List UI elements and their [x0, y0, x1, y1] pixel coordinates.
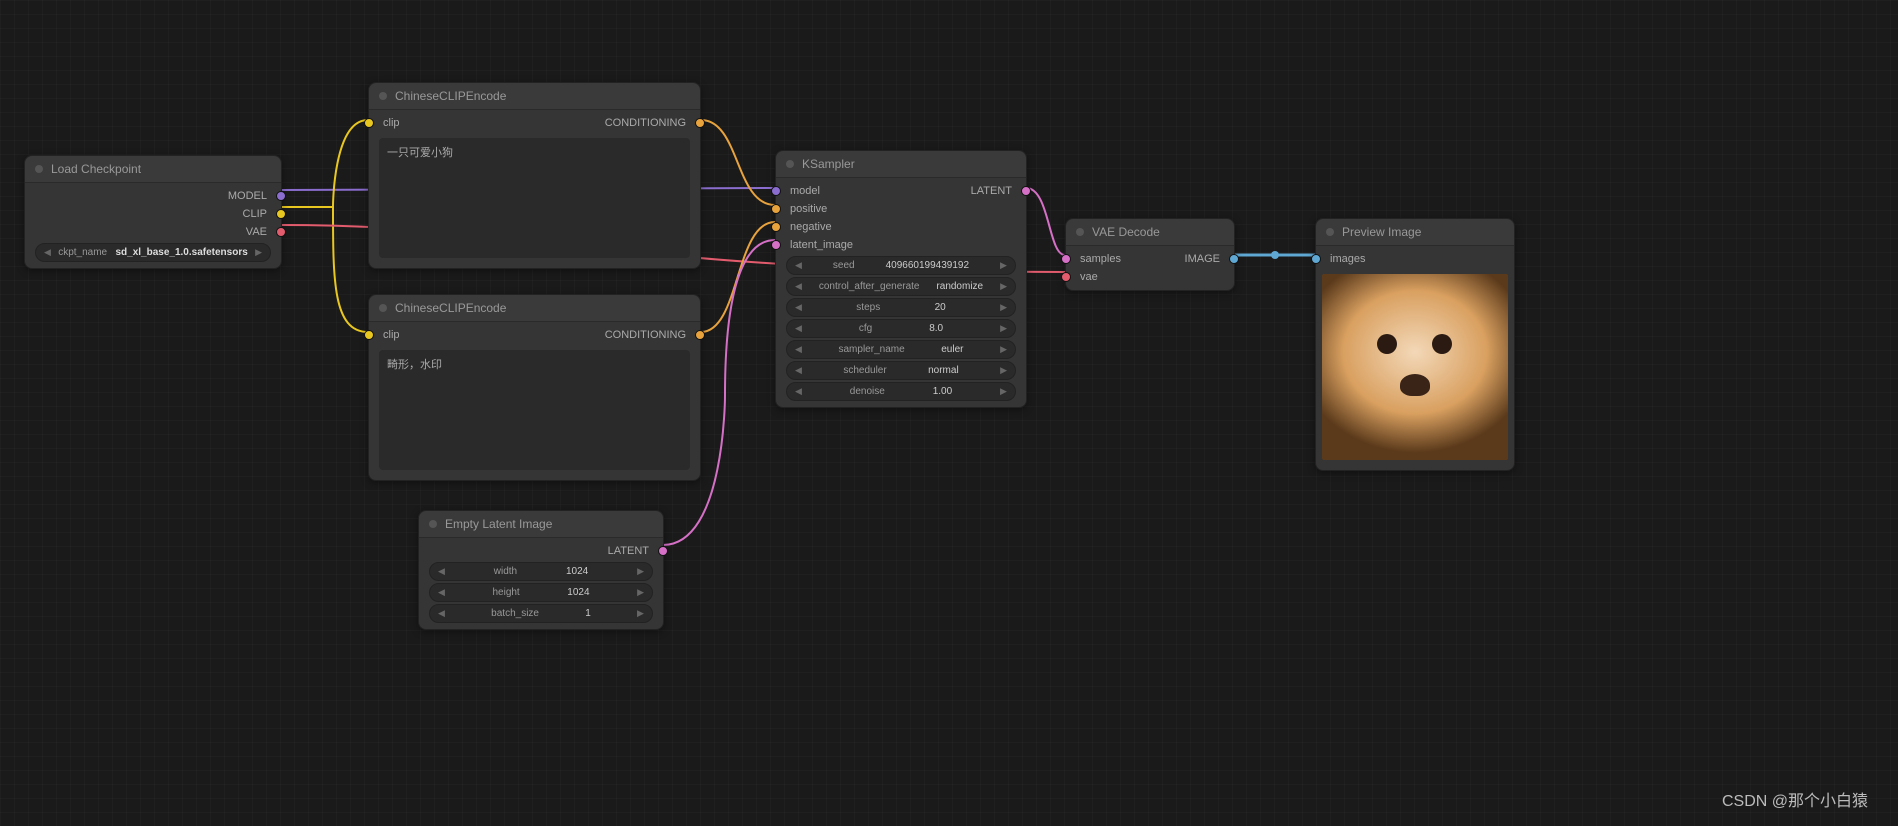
node-clip-encode-positive[interactable]: ChineseCLIPEncode clipCONDITIONING 一只可爱小… — [368, 82, 701, 269]
node-title[interactable]: Empty Latent Image — [419, 511, 663, 538]
node-ksampler[interactable]: KSampler modelLATENT positive negative l… — [775, 150, 1027, 408]
batch-size-widget[interactable]: ◀batch_size1▶ — [429, 604, 653, 623]
preview-image-output — [1322, 274, 1508, 460]
steps-widget[interactable]: ◀steps20▶ — [786, 298, 1016, 317]
input-latent-image[interactable]: latent_image — [776, 236, 1026, 254]
input-vae[interactable]: vae — [1066, 268, 1234, 286]
node-title[interactable]: VAE Decode — [1066, 219, 1234, 246]
seed-widget[interactable]: ◀seed409660199439192▶ — [786, 256, 1016, 275]
input-clip[interactable]: clipCONDITIONING — [369, 114, 700, 132]
input-clip[interactable]: clipCONDITIONING — [369, 326, 700, 344]
input-images[interactable]: images — [1316, 250, 1514, 268]
output-clip[interactable]: CLIP — [25, 205, 281, 223]
watermark-text: CSDN @那个小白猿 — [1722, 787, 1868, 811]
input-positive[interactable]: positive — [776, 200, 1026, 218]
prompt-textarea[interactable]: 一只可爱小狗 — [379, 138, 690, 258]
input-model[interactable]: modelLATENT — [776, 182, 1026, 200]
control-after-generate-widget[interactable]: ◀control_after_generaterandomize▶ — [786, 277, 1016, 296]
ckpt-name-widget[interactable]: ◀ckpt_name sd_xl_base_1.0.safetensors▶ — [35, 243, 271, 262]
node-vae-decode[interactable]: VAE Decode samplesIMAGE vae — [1065, 218, 1235, 291]
connection-wires — [0, 0, 1898, 826]
denoise-widget[interactable]: ◀denoise1.00▶ — [786, 382, 1016, 401]
output-model[interactable]: MODEL — [25, 187, 281, 205]
node-title[interactable]: Load Checkpoint — [25, 156, 281, 183]
prompt-textarea[interactable]: 畸形，水印 — [379, 350, 690, 470]
height-widget[interactable]: ◀height1024▶ — [429, 583, 653, 602]
input-negative[interactable]: negative — [776, 218, 1026, 236]
node-title[interactable]: ChineseCLIPEncode — [369, 295, 700, 322]
sampler-name-widget[interactable]: ◀sampler_nameeuler▶ — [786, 340, 1016, 359]
node-title[interactable]: Preview Image — [1316, 219, 1514, 246]
scheduler-widget[interactable]: ◀schedulernormal▶ — [786, 361, 1016, 380]
node-clip-encode-negative[interactable]: ChineseCLIPEncode clipCONDITIONING 畸形，水印 — [368, 294, 701, 481]
width-widget[interactable]: ◀width1024▶ — [429, 562, 653, 581]
node-title[interactable]: ChineseCLIPEncode — [369, 83, 700, 110]
output-vae[interactable]: VAE — [25, 223, 281, 241]
node-empty-latent-image[interactable]: Empty Latent Image LATENT ◀width1024▶ ◀h… — [418, 510, 664, 630]
input-samples[interactable]: samplesIMAGE — [1066, 250, 1234, 268]
output-latent[interactable]: LATENT — [419, 542, 663, 560]
node-preview-image[interactable]: Preview Image images — [1315, 218, 1515, 471]
cfg-widget[interactable]: ◀cfg8.0▶ — [786, 319, 1016, 338]
node-load-checkpoint[interactable]: Load Checkpoint MODEL CLIP VAE ◀ckpt_nam… — [24, 155, 282, 269]
node-title[interactable]: KSampler — [776, 151, 1026, 178]
